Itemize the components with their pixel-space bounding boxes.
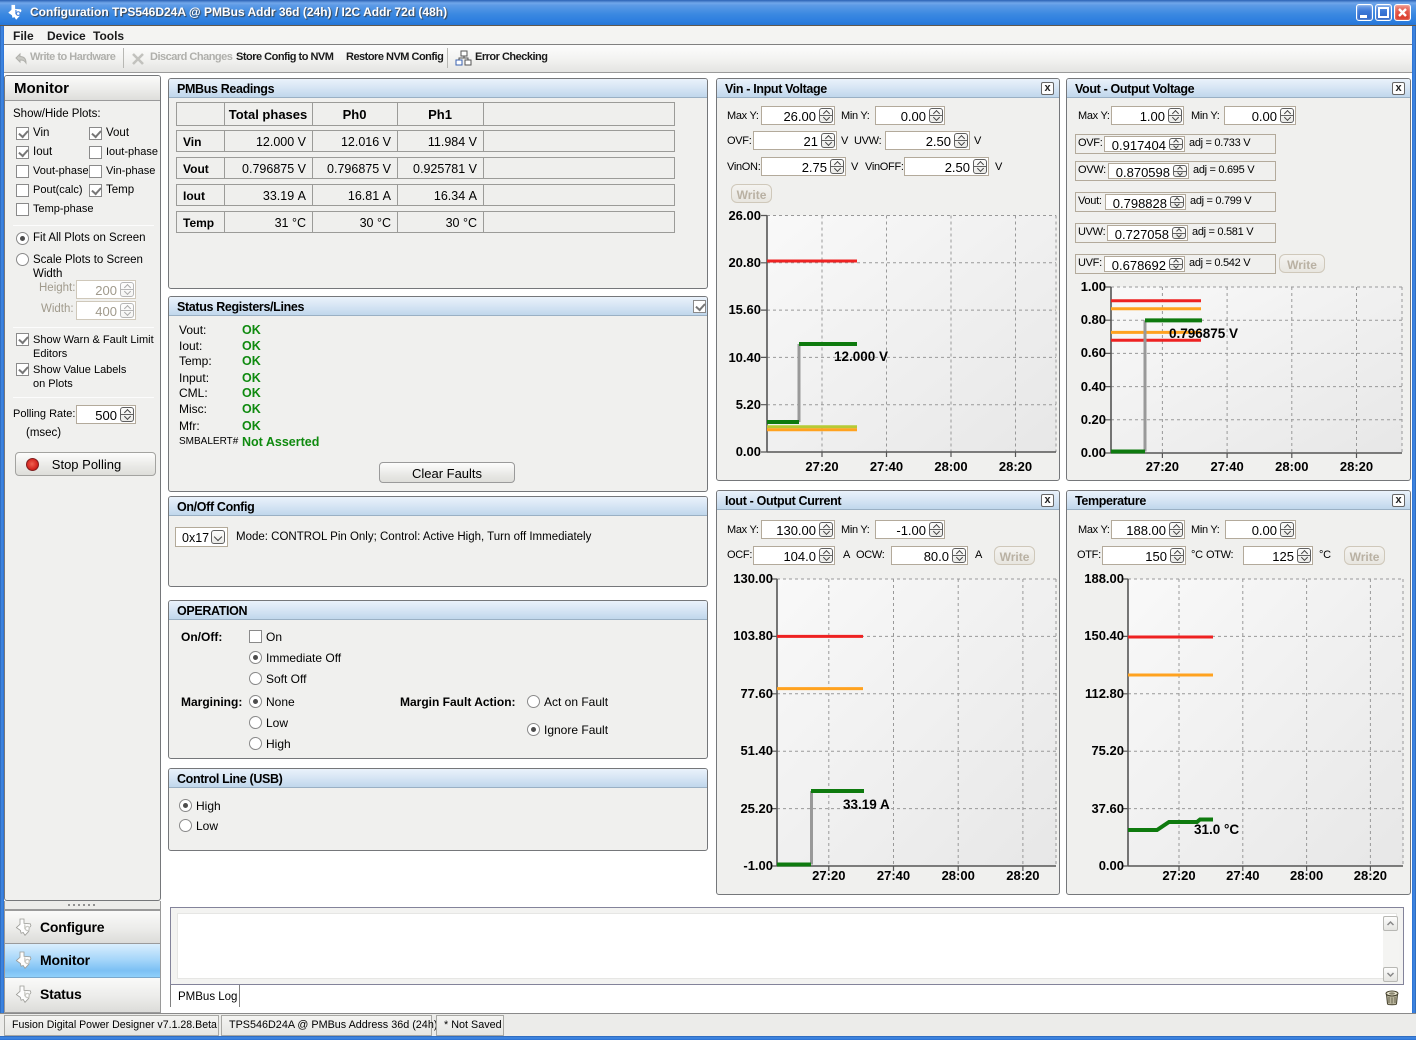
svg-text:27:40: 27:40: [870, 459, 903, 474]
svg-text:103.80: 103.80: [733, 628, 773, 643]
svg-text:1.00: 1.00: [1081, 279, 1106, 294]
svg-text:0.20: 0.20: [1081, 412, 1106, 427]
svg-text:77.60: 77.60: [740, 686, 773, 701]
svg-text:28:00: 28:00: [942, 868, 975, 883]
svg-text:27:20: 27:20: [1146, 459, 1179, 474]
svg-text:150.40: 150.40: [1084, 628, 1124, 643]
svg-text:112.80: 112.80: [1085, 686, 1124, 701]
svg-text:28:00: 28:00: [1275, 459, 1308, 474]
svg-text:5.20: 5.20: [736, 397, 761, 412]
svg-text:0.40: 0.40: [1081, 379, 1106, 394]
svg-text:28:20: 28:20: [1340, 459, 1373, 474]
svg-text:27:20: 27:20: [812, 868, 845, 883]
svg-text:51.40: 51.40: [740, 743, 773, 758]
svg-text:28:20: 28:20: [999, 459, 1032, 474]
svg-text:31.0 °C: 31.0 °C: [1194, 822, 1239, 837]
svg-text:27:40: 27:40: [877, 868, 910, 883]
svg-text:10.40: 10.40: [728, 350, 761, 365]
svg-text:27:40: 27:40: [1226, 868, 1259, 883]
svg-text:37.60: 37.60: [1091, 801, 1124, 816]
svg-text:26.00: 26.00: [728, 208, 761, 223]
svg-text:75.20: 75.20: [1091, 743, 1124, 758]
svg-text:-1.00: -1.00: [743, 858, 773, 873]
svg-text:0.796875 V: 0.796875 V: [1169, 326, 1238, 341]
svg-text:20.80: 20.80: [728, 255, 761, 270]
svg-text:15.60: 15.60: [728, 302, 761, 317]
svg-text:0.60: 0.60: [1081, 345, 1106, 360]
svg-text:27:40: 27:40: [1210, 459, 1243, 474]
svg-text:0.00: 0.00: [1099, 858, 1124, 873]
svg-text:27:20: 27:20: [805, 459, 838, 474]
svg-text:0.00: 0.00: [736, 444, 761, 459]
svg-text:28:20: 28:20: [1006, 868, 1039, 883]
svg-text:130.00: 130.00: [733, 571, 773, 586]
svg-text:0.80: 0.80: [1081, 312, 1106, 327]
svg-text:28:20: 28:20: [1354, 868, 1387, 883]
svg-text:28:00: 28:00: [1290, 868, 1323, 883]
svg-text:0.00: 0.00: [1081, 445, 1106, 460]
svg-text:25.20: 25.20: [740, 801, 773, 816]
svg-text:27:20: 27:20: [1162, 868, 1195, 883]
svg-text:28:00: 28:00: [934, 459, 967, 474]
svg-text:33.19 A: 33.19 A: [843, 797, 890, 812]
svg-text:188.00: 188.00: [1084, 571, 1124, 586]
svg-text:12.000 V: 12.000 V: [834, 349, 888, 364]
